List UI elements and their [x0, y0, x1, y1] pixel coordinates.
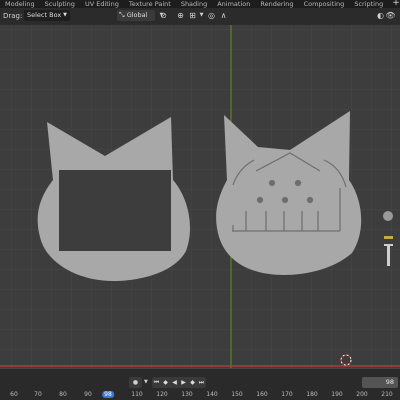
snap-magnet-icon[interactable]: ⊕ [175, 10, 186, 21]
viewport-header: Drag: Select Box ▼ ⤡ Global ▼ ⊘ ⊕ ⊞ ▼ ◎ … [0, 8, 400, 26]
ruler-tick: 60 [10, 391, 18, 398]
jump-start-icon[interactable]: ⏮ [152, 377, 161, 388]
tab-compositing[interactable]: Compositing [299, 0, 350, 8]
tab-uv-editing[interactable]: UV Editing [80, 0, 124, 8]
keyframe-dot-icon[interactable]: ● [129, 377, 142, 388]
ruler-tick: 180 [306, 391, 318, 398]
proportional-editing-icon[interactable]: ◎ [206, 10, 217, 21]
view-handle-top [384, 244, 393, 246]
frame-ruler[interactable]: 60 70 80 90 98 110 120 130 140 150 160 1… [0, 390, 400, 400]
workspace-tabs: Modeling Sculpting UV Editing Texture Pa… [0, 0, 400, 8]
current-frame-field[interactable]: 98 [362, 377, 398, 388]
navigation-gizmo-sphere[interactable] [383, 211, 393, 221]
visibility-eye-icon[interactable]: 👁 [385, 10, 396, 21]
ruler-tick: 160 [256, 391, 268, 398]
transform-orientation-dropdown[interactable]: ⤡ Global [117, 10, 155, 21]
pivot-point-icon[interactable]: ⊘ [158, 10, 169, 21]
falloff-curve-icon[interactable]: ∧ [218, 10, 229, 21]
ruler-tick: 120 [156, 391, 168, 398]
tab-sculpting[interactable]: Sculpting [40, 0, 80, 8]
tab-shading[interactable]: Shading [176, 0, 212, 8]
drag-label: Drag: [3, 12, 23, 20]
ruler-tick: 80 [59, 391, 67, 398]
orientation-axes-icon: ⤡ [119, 11, 125, 19]
ruler-tick: 110 [131, 391, 143, 398]
chevron-down-icon: ▼ [63, 12, 67, 18]
ruler-tick: 130 [181, 391, 193, 398]
viewport-canvas[interactable] [0, 25, 400, 368]
transform-orientation-value: Global [126, 11, 148, 19]
playhead-frame[interactable]: 98 [102, 391, 114, 398]
ruler-tick: 70 [34, 391, 42, 398]
ruler-tick: 200 [356, 391, 368, 398]
chevron-down-icon[interactable]: ▼ [144, 379, 148, 385]
tab-animation[interactable]: Animation [212, 0, 255, 8]
add-workspace-button[interactable]: + [388, 0, 400, 8]
ruler-tick: 170 [281, 391, 293, 398]
play-icon[interactable]: ▶ [179, 377, 188, 388]
cutout-window [59, 170, 171, 251]
tab-texture-paint[interactable]: Texture Paint [124, 0, 176, 8]
tab-modeling[interactable]: Modeling [0, 0, 40, 8]
tab-scripting[interactable]: Scripting [349, 0, 388, 8]
jump-next-keyframe-icon[interactable]: ◆ [188, 377, 197, 388]
ruler-tick: 190 [331, 391, 343, 398]
view-handle-bar[interactable] [387, 244, 390, 266]
select-mode-value: Select Box [27, 11, 62, 19]
jump-prev-keyframe-icon[interactable]: ◆ [161, 377, 170, 388]
ruler-tick: 210 [381, 391, 393, 398]
jump-end-icon[interactable]: ⏭ [197, 377, 206, 388]
tab-rendering[interactable]: Rendering [255, 0, 298, 8]
ruler-tick: 140 [206, 391, 218, 398]
3d-viewport[interactable] [0, 25, 400, 368]
ruler-tick: 150 [231, 391, 243, 398]
camera-view-icon[interactable] [384, 236, 393, 239]
timeline-panel: ● ▼ ⏮ ◆ ◀ ▶ ◆ ⏭ 98 60 70 80 90 98 110 12… [0, 368, 400, 400]
play-reverse-icon[interactable]: ◀ [170, 377, 179, 388]
playback-controls: ⏮ ◆ ◀ ▶ ◆ ⏭ [152, 377, 206, 388]
select-mode-dropdown[interactable]: Select Box ▼ [24, 10, 70, 21]
ruler-tick: 90 [84, 391, 92, 398]
